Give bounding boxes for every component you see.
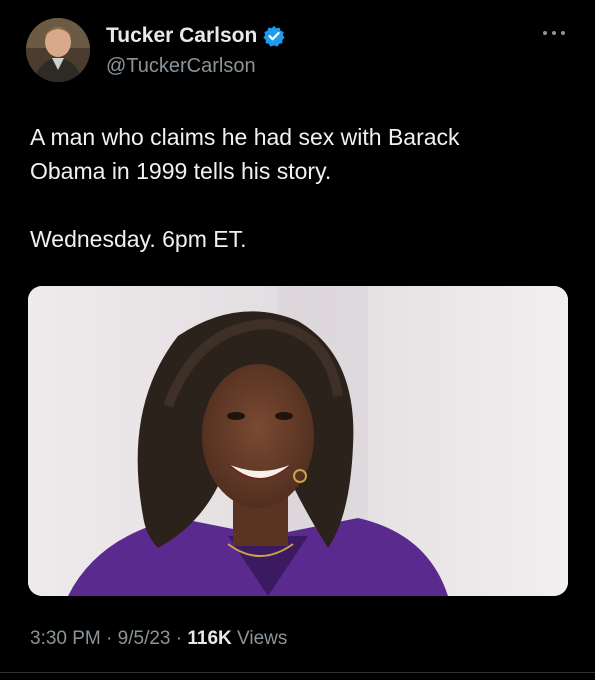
avatar-image [26, 18, 90, 82]
dot [552, 31, 556, 35]
author-name-row: Tucker Carlson [106, 24, 285, 48]
author-handle[interactable]: @TuckerCarlson [106, 55, 256, 78]
tweet-time[interactable]: 3:30 PM [30, 628, 101, 649]
avatar[interactable] [26, 18, 90, 82]
dot [561, 31, 565, 35]
tweet-text-line: Obama in 1999 tells his story. [30, 158, 332, 184]
tweet-meta: 3:30 PM · 9/5/23 · 116K Views [30, 628, 287, 650]
tweet-card: Tucker Carlson @TuckerCarlson A man who … [0, 0, 595, 680]
more-options-icon[interactable] [543, 28, 565, 38]
views-label: Views [237, 628, 288, 649]
divider [0, 672, 595, 673]
dot [543, 31, 547, 35]
tweet-text-line: Wednesday. 6pm ET. [30, 226, 247, 252]
views-count: 116K [187, 628, 232, 649]
separator: · [106, 628, 113, 649]
author-display-name[interactable]: Tucker Carlson [106, 24, 257, 48]
tweet-text: A man who claims he had sex with Barack … [30, 120, 570, 256]
separator: · [175, 628, 183, 649]
verified-badge-icon [263, 26, 285, 47]
tweet-text-line: A man who claims he had sex with Barack [30, 124, 460, 150]
tweet-date[interactable]: 9/5/23 [118, 628, 171, 649]
photo [28, 286, 568, 596]
tweet-media-photo[interactable] [28, 286, 568, 596]
